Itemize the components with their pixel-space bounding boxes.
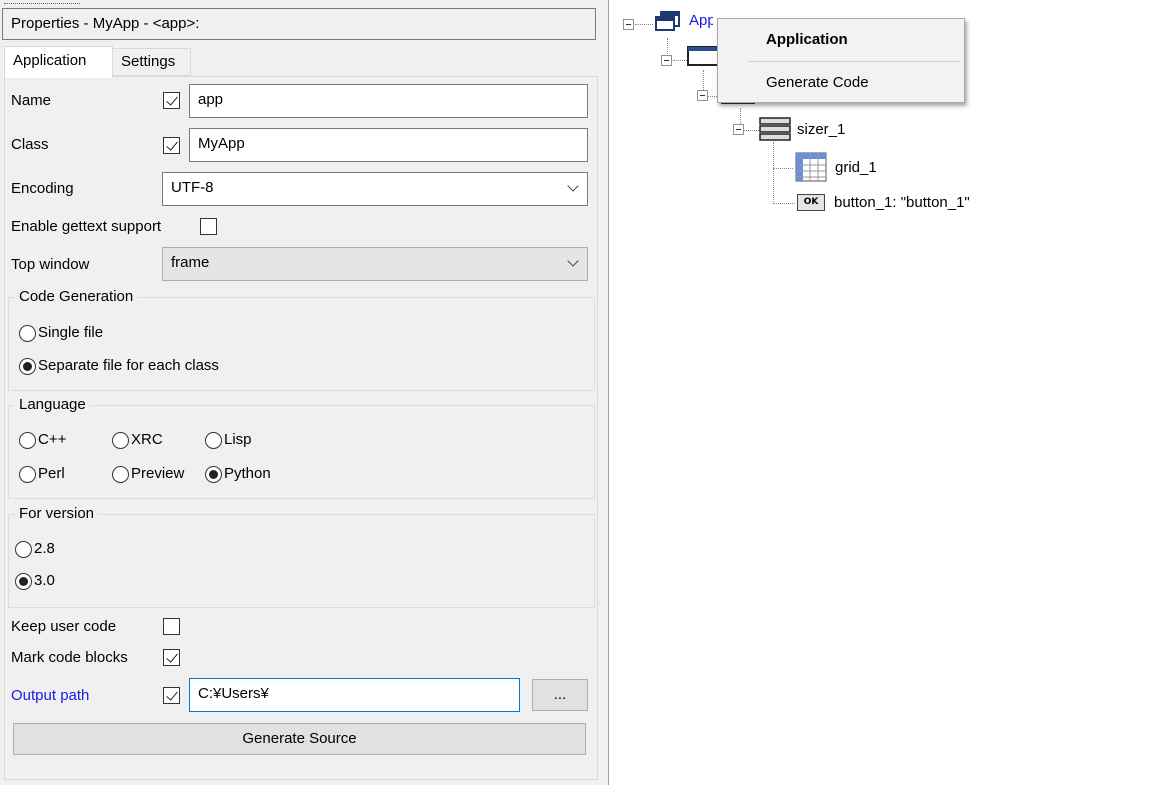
class-label: Class (11, 136, 49, 153)
ok-badge-text: OK (803, 197, 819, 207)
cpp-label: C++ (38, 431, 67, 448)
code-generation-group (8, 297, 595, 391)
keep-user-code-checkbox[interactable] (163, 618, 180, 635)
radio-single-file[interactable] (19, 325, 36, 342)
browse-button-label: ... (553, 686, 567, 703)
python-label: Python (224, 465, 271, 482)
gettext-label: Enable gettext support (11, 218, 162, 235)
tree-node-application[interactable]: Application (689, 12, 713, 29)
radio-cpp[interactable] (19, 432, 36, 449)
tree-connector (773, 203, 795, 204)
tree-connector (773, 142, 774, 204)
radio-lisp[interactable] (205, 432, 222, 449)
encoding-label: Encoding (11, 180, 74, 197)
name-label: Name (11, 92, 52, 109)
separate-file-label: Separate file for each class (38, 357, 219, 374)
tab-settings-label: Settings (121, 53, 176, 70)
output-path-checkbox[interactable] (163, 687, 180, 704)
tab-application-label: Application (13, 52, 87, 69)
tree-connector (673, 60, 687, 61)
lisp-label: Lisp (224, 431, 252, 448)
radio-preview[interactable] (112, 466, 129, 483)
radio-version-2-8[interactable] (15, 541, 32, 558)
mark-code-blocks-checkbox[interactable] (163, 649, 180, 666)
context-menu-header[interactable]: Application (766, 31, 848, 48)
name-checkbox[interactable] (163, 92, 180, 109)
generate-source-label: Generate Source (242, 730, 357, 747)
tree-node-sizer[interactable]: sizer_1 (797, 121, 845, 138)
radio-perl[interactable] (19, 466, 36, 483)
top-window-value: frame (171, 254, 210, 271)
properties-title: Properties - MyApp - <app>: (2, 8, 596, 40)
perl-label: Perl (38, 465, 65, 482)
class-checkbox[interactable] (163, 137, 180, 154)
code-generation-label: Code Generation (15, 288, 138, 305)
tab-settings[interactable]: Settings (113, 48, 191, 76)
tab-application[interactable]: Application (4, 46, 113, 78)
preview-label: Preview (131, 465, 185, 482)
gettext-checkbox[interactable] (200, 218, 217, 235)
class-input-value: MyApp (198, 135, 245, 152)
for-version-group (8, 514, 595, 608)
context-menu-separator (748, 61, 960, 62)
sizer-icon (759, 117, 791, 141)
tree-node-button[interactable]: button_1: "button_1" (834, 194, 970, 211)
sash-dots (4, 0, 80, 4)
encoding-combobox[interactable]: UTF-8 (162, 172, 588, 206)
tree-connector (743, 130, 759, 131)
radio-xrc[interactable] (112, 432, 129, 449)
keep-user-code-label: Keep user code (11, 618, 117, 635)
language-label: Language (15, 396, 90, 413)
version-3-0-label: 3.0 (34, 572, 55, 589)
top-window-combobox[interactable]: frame (162, 247, 588, 281)
chevron-down-icon (567, 180, 579, 192)
for-version-label: For version (15, 505, 99, 522)
menu-item-generate-code[interactable]: Generate Code (766, 74, 869, 91)
tree-node-grid[interactable]: grid_1 (835, 159, 877, 176)
properties-title-text: Properties - MyApp - <app>: (11, 15, 200, 32)
mark-code-blocks-label: Mark code blocks (11, 649, 128, 666)
top-window-label: Top window (11, 256, 90, 273)
radio-python[interactable] (205, 466, 222, 483)
properties-panel: Properties - MyApp - <app>: Application … (0, 0, 602, 785)
tree-expander[interactable] (623, 19, 634, 30)
encoding-value: UTF-8 (171, 179, 214, 196)
tree-panel: Application sizer_1 grid_1 OK button_1: … (608, 0, 1172, 785)
xrc-label: XRC (131, 431, 163, 448)
application-window-icon (655, 11, 680, 31)
tree-expander[interactable] (661, 55, 672, 66)
name-input-value: app (198, 91, 224, 108)
radio-separate-file[interactable] (19, 358, 36, 375)
context-menu: Application Generate Code (717, 18, 965, 103)
single-file-label: Single file (38, 324, 104, 341)
tree-expander[interactable] (733, 124, 744, 135)
tree-connector (635, 24, 653, 25)
tree-expander[interactable] (697, 90, 708, 101)
class-input[interactable]: MyApp (189, 128, 588, 162)
browse-button[interactable]: ... (532, 679, 588, 711)
version-2-8-label: 2.8 (34, 540, 55, 557)
tree-connector (773, 168, 793, 169)
grid-icon (795, 152, 827, 182)
chevron-down-icon (567, 255, 579, 267)
name-input[interactable]: app (189, 84, 588, 118)
radio-version-3-0[interactable] (15, 573, 32, 590)
output-path-input[interactable]: C:¥Users¥ (189, 678, 520, 712)
generate-source-button[interactable]: Generate Source (13, 723, 586, 755)
output-path-value: C:¥Users¥ (198, 685, 269, 702)
ok-button-icon: OK (797, 194, 825, 211)
output-path-label[interactable]: Output path (11, 687, 89, 704)
language-group (8, 405, 595, 499)
